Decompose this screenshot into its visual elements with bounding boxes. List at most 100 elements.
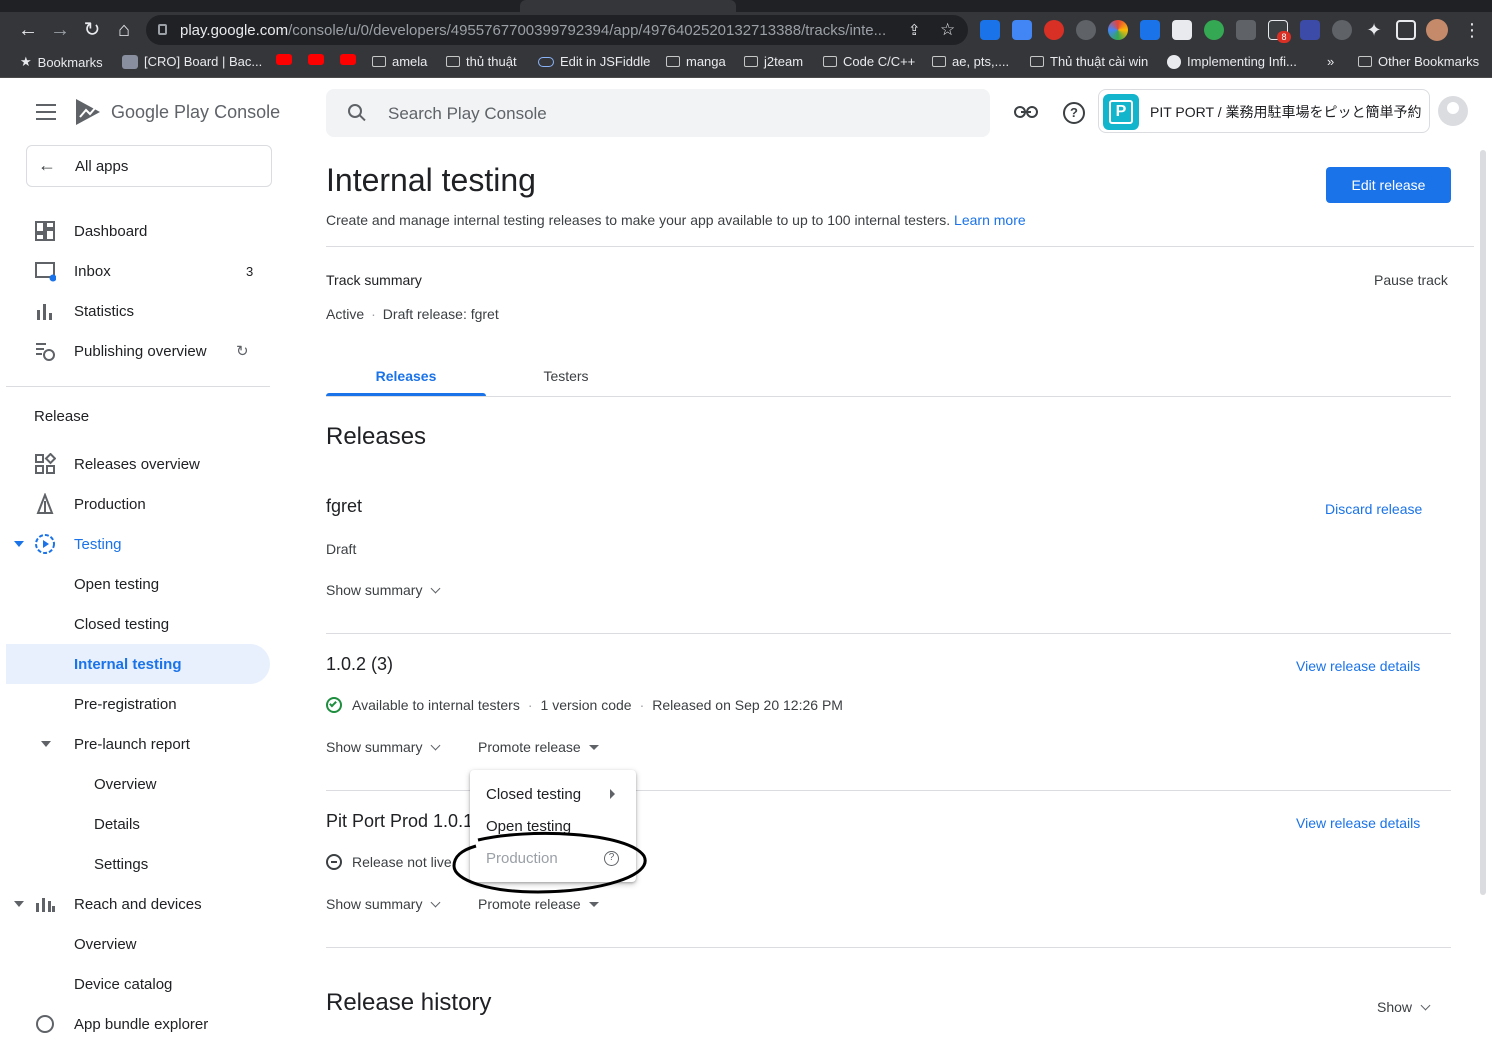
other-bookmarks-folder[interactable]: Other Bookmarks [1358, 54, 1479, 69]
folder-icon [666, 56, 680, 67]
bookmark-folder[interactable]: thủ thuật [446, 54, 517, 69]
sync-icon: ↻ [236, 343, 249, 360]
chevron-down-icon [431, 897, 441, 908]
nav-inbox[interactable]: Inbox 3 [6, 251, 270, 291]
nav-pre-registration[interactable]: Pre-registration [6, 684, 270, 724]
extension-j-icon[interactable] [980, 20, 1000, 40]
learn-more-link[interactable]: Learn more [954, 212, 1026, 228]
pause-track-button[interactable]: Pause track [1374, 272, 1448, 288]
show-history-button[interactable]: Show [1377, 999, 1431, 1015]
bookmark-folder[interactable]: manga [666, 54, 726, 69]
nav-production[interactable]: Production [6, 484, 270, 524]
nav-reach-overview[interactable]: Overview [6, 924, 270, 964]
json-extension-icon[interactable] [1236, 20, 1256, 40]
tab-testers[interactable]: Testers [486, 356, 646, 396]
recycle-icon[interactable] [1332, 20, 1352, 40]
edit-release-button[interactable]: Edit release [1326, 167, 1451, 203]
view-release-details-link[interactable]: View release details [1296, 658, 1420, 674]
tab-releases[interactable]: Releases [326, 356, 486, 396]
show-summary-button[interactable]: Show summary [326, 582, 441, 598]
nav-releases-overview[interactable]: Releases overview [6, 444, 270, 484]
bookmark-star-icon[interactable]: ☆ [940, 20, 955, 40]
nav-dashboard[interactable]: Dashboard [6, 211, 270, 251]
forward-icon[interactable]: → [48, 18, 72, 42]
profile-avatar[interactable] [1426, 19, 1448, 41]
side-panel-icon[interactable] [1396, 20, 1416, 40]
expand-caret-icon [14, 901, 24, 907]
discard-release-link[interactable]: Discard release [1325, 501, 1422, 517]
nav-device-catalog[interactable]: Device catalog [6, 964, 270, 1004]
nav-label: Overview [74, 935, 137, 953]
nav-pre-launch-overview[interactable]: Overview [6, 764, 270, 804]
nav-testing[interactable]: Testing [6, 524, 270, 564]
back-icon[interactable]: ← [16, 18, 40, 42]
bookmark-item[interactable]: [CRO] Board | Bac... [122, 54, 262, 69]
track-status: Active · Draft release: fgret [326, 306, 499, 322]
nav-pre-launch-report[interactable]: Pre-launch report [6, 724, 270, 764]
nav-section-release: Release [34, 408, 90, 425]
bookmark-folder[interactable]: j2team [744, 54, 803, 69]
help-icon[interactable]: ? [1063, 102, 1085, 124]
release-status: Draft [326, 541, 357, 557]
bookmark-item[interactable]: Implementing Infi... [1167, 54, 1297, 69]
nav-open-testing[interactable]: Open testing [6, 564, 270, 604]
view-release-details-link[interactable]: View release details [1296, 815, 1420, 831]
bookmark-item[interactable]: ★ Bookmarks [20, 54, 103, 70]
side-navigation: Dashboard Inbox 3 Statistics Publishing … [6, 80, 286, 1033]
promote-release-button[interactable]: Promote release [478, 739, 599, 755]
promote-release-button[interactable]: Promote release [478, 896, 599, 912]
nav-closed-testing[interactable]: Closed testing [6, 604, 270, 644]
bookmark-folder[interactable]: Thủ thuật cài win [1030, 54, 1148, 69]
share-icon[interactable]: ⇪ [908, 21, 921, 39]
screen-extension-icon[interactable]: 8 [1268, 20, 1291, 43]
search-bar[interactable]: Search Play Console [326, 89, 990, 137]
menu-item-closed-testing[interactable]: Closed testing [470, 778, 636, 810]
extensions-puzzle-icon[interactable]: ✦ [1364, 20, 1384, 40]
show-summary-button[interactable]: Show summary [326, 739, 441, 755]
react-devtools-icon[interactable] [1076, 20, 1096, 40]
bookmark-folder[interactable]: Code C/C++ [823, 54, 915, 69]
qr-code-icon[interactable] [1172, 20, 1192, 40]
adblock-icon[interactable] [1044, 20, 1064, 40]
nav-pre-launch-details[interactable]: Details [6, 804, 270, 844]
show-summary-button[interactable]: Show summary [326, 896, 441, 912]
nav-label: Pre-registration [74, 695, 177, 713]
main-scrollbar[interactable] [1480, 150, 1486, 895]
nav-label: Releases overview [74, 455, 200, 473]
nav-statistics[interactable]: Statistics [6, 291, 270, 331]
chevron-down-icon [1420, 1000, 1431, 1011]
nav-reach-and-devices[interactable]: Reach and devices [6, 884, 270, 924]
app-selector[interactable]: P PIT PORT / 業務用駐車場をピッと簡単予約 [1098, 89, 1430, 133]
translate-icon[interactable] [1012, 20, 1032, 40]
bookmark-item[interactable] [276, 54, 292, 65]
bookmark-folder[interactable]: ae, pts,.... [932, 54, 1009, 69]
account-avatar[interactable] [1438, 96, 1468, 126]
expand-caret-icon [41, 741, 51, 747]
bookmark-folder[interactable]: amela [372, 54, 427, 69]
bookmark-item[interactable] [340, 54, 356, 65]
nav-internal-testing[interactable]: Internal testing [6, 644, 270, 684]
home-icon[interactable]: ⌂ [112, 18, 136, 42]
bookmark-item[interactable]: Edit in JSFiddle [538, 54, 650, 69]
more-bookmarks-button[interactable]: » [1327, 54, 1334, 69]
dropdown-arrow-icon [588, 745, 599, 750]
dashlane-icon[interactable] [1300, 20, 1320, 40]
reload-icon[interactable]: ↻ [80, 18, 104, 42]
address-bar[interactable]: play.google.com/console/u/0/developers/4… [146, 15, 968, 45]
release-history-heading: Release history [326, 989, 492, 1016]
wifi-extension-icon[interactable] [1140, 20, 1160, 40]
bookmark-item[interactable] [308, 54, 324, 65]
active-tab[interactable] [520, 0, 736, 12]
release-divider [326, 947, 1451, 948]
edit-extension-icon[interactable] [1204, 20, 1224, 40]
releases-heading: Releases [326, 423, 427, 450]
nav-publishing-overview[interactable]: Publishing overview ↻ [6, 331, 270, 371]
nav-app-bundle-explorer[interactable]: App bundle explorer [6, 1004, 270, 1044]
folder-icon [372, 56, 386, 67]
lock-icon [158, 24, 167, 35]
nav-label: Inbox [74, 262, 111, 280]
nav-pre-launch-settings[interactable]: Settings [6, 844, 270, 884]
link-icon[interactable] [1014, 104, 1038, 120]
browser-menu-icon[interactable]: ⋮ [1460, 18, 1484, 42]
color-picker-icon[interactable] [1108, 20, 1128, 40]
